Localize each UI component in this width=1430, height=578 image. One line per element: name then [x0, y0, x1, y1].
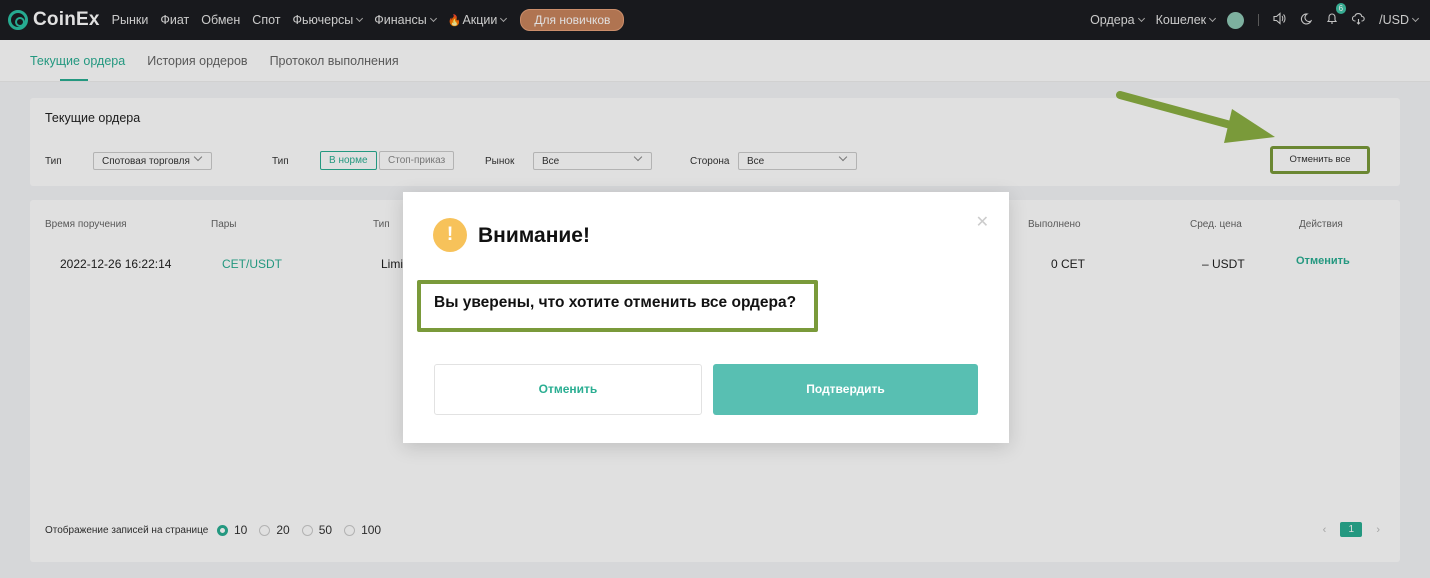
dialog-title: Внимание!	[478, 224, 590, 247]
confirm-dialog: ! Внимание! ✕ Вы уверены, что хотите отм…	[403, 192, 1009, 443]
annotation-arrow-icon	[1116, 91, 1275, 143]
close-icon[interactable]: ✕	[976, 212, 989, 232]
dialog-message: Вы уверены, что хотите отменить все орде…	[417, 280, 818, 332]
dialog-confirm-button[interactable]: Подтвердить	[713, 364, 978, 415]
warning-icon: !	[433, 218, 467, 252]
dialog-cancel-button[interactable]: Отменить	[434, 364, 702, 415]
